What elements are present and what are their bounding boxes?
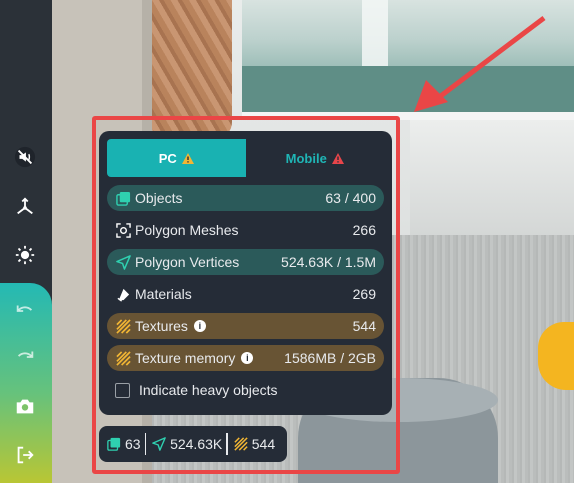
- brightness-icon: [15, 245, 35, 265]
- image-stack-icon: [107, 437, 121, 451]
- exit-icon: [17, 446, 34, 464]
- summary-vertices: 524.63K: [170, 436, 223, 452]
- heavy-objects-option[interactable]: Indicate heavy objects: [107, 377, 384, 403]
- undo-button[interactable]: [6, 292, 44, 330]
- axes-button[interactable]: [6, 188, 44, 226]
- divider: [226, 433, 228, 455]
- material-icon: [115, 286, 131, 302]
- stat-label: Texture memory: [135, 350, 236, 366]
- exit-button[interactable]: [6, 436, 44, 474]
- warning-icon: [181, 152, 194, 164]
- stat-label: Objects: [135, 190, 183, 206]
- stat-value: 544: [352, 318, 376, 334]
- divider: [144, 433, 147, 455]
- stat-label: Polygon Meshes: [135, 222, 239, 238]
- tab-pc-label: PC: [158, 150, 177, 166]
- redo-icon: [17, 351, 34, 358]
- stat-label: Textures: [135, 318, 188, 334]
- image-stack-icon: [115, 190, 131, 206]
- stat-row-polygon-meshes: Polygon Meshes 266: [107, 217, 384, 243]
- info-icon[interactable]: i: [193, 320, 206, 332]
- stat-value: 524.63K / 1.5M: [281, 254, 376, 270]
- camera-icon: [16, 399, 34, 414]
- stat-row-texture-memory: Texture memory i 1586MB / 2GB: [107, 345, 384, 371]
- vertex-arrow-icon: [152, 437, 166, 451]
- platform-tabs: PC Mobile: [107, 139, 384, 177]
- tab-mobile-label: Mobile: [285, 150, 327, 166]
- stat-value: 63 / 400: [325, 190, 376, 206]
- stat-row-polygon-vertices: Polygon Vertices 524.63K / 1.5M: [107, 249, 384, 275]
- summary-objects: 63: [125, 436, 141, 452]
- polygon-mesh-icon: [115, 222, 131, 238]
- texture-icon: [115, 350, 131, 366]
- scene-right-wall: [410, 120, 574, 240]
- heavy-objects-checkbox[interactable]: [115, 382, 130, 398]
- scene-yellow-seat: [538, 322, 574, 390]
- stat-row-objects: Objects 63 / 400: [107, 185, 384, 211]
- heavy-objects-label: Indicate heavy objects: [139, 382, 278, 398]
- mute-button[interactable]: [6, 138, 44, 176]
- stat-value: 269: [352, 286, 376, 302]
- stats-summary-bar[interactable]: 63 524.63K 544: [99, 426, 287, 462]
- stat-row-materials: Materials 269: [107, 281, 384, 307]
- stat-row-textures: Textures i 544: [107, 313, 384, 339]
- summary-textures: 544: [251, 436, 276, 452]
- mute-icon: [14, 146, 36, 168]
- info-icon[interactable]: i: [241, 352, 254, 364]
- texture-icon: [115, 318, 131, 334]
- stat-label: Polygon Vertices: [135, 254, 240, 270]
- tab-pc[interactable]: PC: [107, 139, 246, 177]
- screenshot-button[interactable]: [6, 387, 44, 425]
- texture-icon: [234, 437, 248, 451]
- stat-value: 1586MB / 2GB: [284, 350, 376, 366]
- undo-icon: [16, 305, 33, 312]
- performance-panel: PC Mobile Objects 63 / 400 Polygon Meshe…: [99, 131, 392, 415]
- stat-value: 266: [352, 222, 376, 238]
- tab-mobile[interactable]: Mobile: [245, 139, 384, 177]
- scene-window: [242, 0, 574, 112]
- left-toolbar: [0, 0, 52, 483]
- redo-button[interactable]: [6, 338, 44, 376]
- vertex-arrow-icon: [115, 254, 131, 270]
- stat-label: Materials: [135, 286, 192, 302]
- error-icon: [331, 152, 344, 164]
- lighting-button[interactable]: [6, 236, 44, 274]
- axes-icon: [17, 197, 33, 215]
